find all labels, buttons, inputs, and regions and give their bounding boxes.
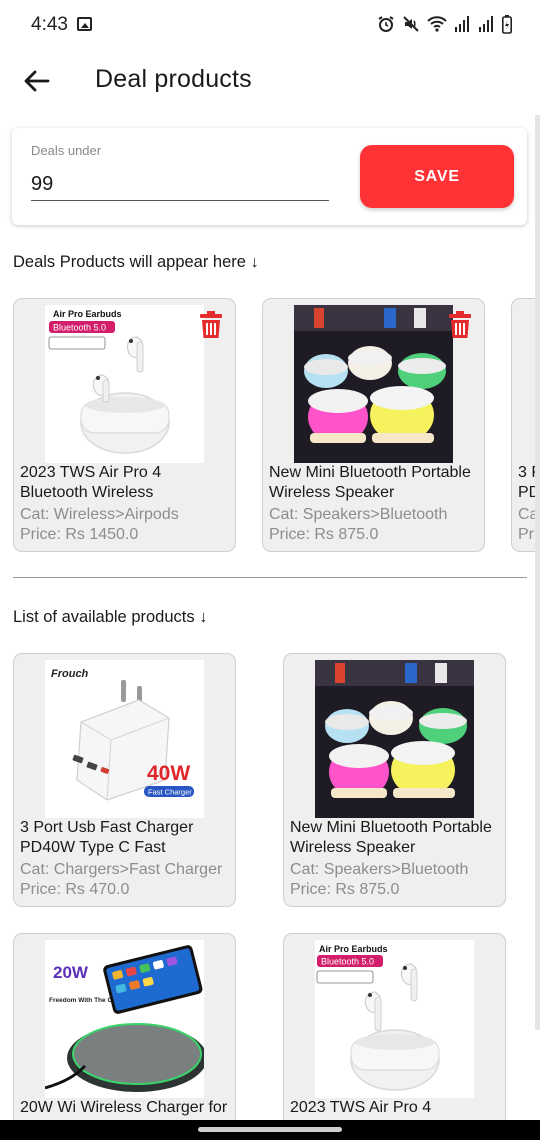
product-price: Price: Rs 1450.0 [20, 526, 139, 543]
product-name: 20W Wi Wireless Charger for [20, 1099, 228, 1116]
available-product-card[interactable]: 20W Freedom With The Charge 20W Wi Wirel… [13, 933, 236, 1140]
airpods-image: Air Pro Earbuds Bluetooth 5.0 [45, 305, 204, 463]
image-text-badge: Bluetooth 5.0 [53, 323, 106, 333]
product-price: Price: Rs 470.0 [20, 881, 130, 898]
deals-carousel[interactable]: Air Pro Earbuds Bluetooth 5.0 2023 TWS A… [0, 298, 540, 554]
deal-product-card[interactable]: Air Pro Earbuds Bluetooth 5.0 2023 TWS A… [13, 298, 236, 552]
scrollbar[interactable] [535, 115, 540, 1030]
product-name: 2023 TWS Air Pro 4 Bluetooth Wireless [20, 464, 162, 501]
deals-under-input[interactable] [31, 168, 329, 201]
back-button[interactable] [20, 64, 54, 98]
product-price: Price: Rs 875.0 [290, 881, 400, 898]
image-text-badge: Bluetooth 5.0 [321, 957, 374, 967]
battery-charging-icon [502, 14, 512, 34]
product-price: Price: Rs 875.0 [269, 526, 379, 543]
deal-form-card: Deals under SAVE [12, 128, 527, 225]
airpods-image: Air Pro Earbuds Bluetooth 5.0 [315, 940, 474, 1098]
speaker-image [294, 305, 453, 463]
image-text-title: Air Pro Earbuds [319, 944, 388, 954]
charger-picture: Frouch 40W Fast Charger [45, 660, 204, 818]
delete-icon[interactable] [449, 311, 471, 339]
mute-icon [403, 16, 419, 32]
wifi-icon [427, 16, 447, 32]
available-products-heading: List of available products ↓ [13, 608, 208, 626]
product-name: 3 Port Usb Fast Charger PD40W Type C Fas… [20, 819, 194, 856]
signal-icon [455, 16, 469, 32]
image-text-fast: Fast Charger [148, 788, 192, 797]
airpods-picture: Air Pro Earbuds Bluetooth 5.0 [45, 305, 204, 463]
speaker-picture [315, 660, 474, 818]
image-text-wattage: 40W [147, 762, 190, 785]
page-title: Deal products [95, 65, 252, 93]
signal-icon [479, 16, 493, 32]
available-product-card[interactable]: New Mini Bluetooth Portable Wireless Spe… [283, 653, 506, 907]
deal-product-card[interactable]: New Mini Bluetooth Portable Wireless Spe… [262, 298, 485, 552]
save-button[interactable]: SAVE [360, 145, 514, 208]
status-icons [377, 13, 512, 35]
speaker-picture [294, 305, 453, 463]
deals-section-heading: Deals Products will appear here ↓ [13, 253, 259, 271]
product-name: New Mini Bluetooth Portable Wireless Spe… [269, 464, 471, 501]
section-divider [13, 577, 527, 578]
image-text-watt: 20W [53, 963, 89, 982]
airpods-picture: Air Pro Earbuds Bluetooth 5.0 [315, 940, 474, 1098]
wireless-charger-picture: 20W Freedom With The Charge [45, 940, 204, 1098]
image-text-brand: Frouch [51, 668, 89, 680]
product-category: Cat: Chargers>Fast Charger [20, 861, 223, 878]
image-text-title: Air Pro Earbuds [53, 309, 122, 319]
charger-image: Frouch 40W Fast Charger [45, 660, 204, 818]
gesture-bar [0, 1120, 540, 1140]
product-category: Cat: Wireless>Airpods [20, 506, 179, 523]
arrow-left-icon [24, 70, 50, 92]
available-product-card[interactable]: Air Pro Earbuds Bluetooth 5.0 2023 TWS A… [283, 933, 506, 1140]
image-icon [77, 17, 92, 31]
status-time: 4:43 [31, 14, 68, 35]
wireless-charger-image: 20W Freedom With The Charge [45, 940, 204, 1098]
available-product-card[interactable]: Frouch 40W Fast Charger 3 Port Usb Fast … [13, 653, 236, 907]
home-indicator[interactable] [198, 1127, 342, 1132]
speaker-image [315, 660, 474, 818]
product-category: Cat: Speakers>Bluetooth [290, 861, 469, 878]
status-bar: 4:43 [0, 0, 540, 50]
deals-under-label: Deals under [31, 143, 102, 158]
delete-icon[interactable] [200, 311, 222, 339]
app-bar: Deal products [0, 50, 540, 112]
product-name: 2023 TWS Air Pro 4 [290, 1099, 432, 1116]
product-name: New Mini Bluetooth Portable Wireless Spe… [290, 819, 492, 856]
alarm-icon [378, 16, 394, 32]
product-category: Cat: Speakers>Bluetooth [269, 506, 448, 523]
